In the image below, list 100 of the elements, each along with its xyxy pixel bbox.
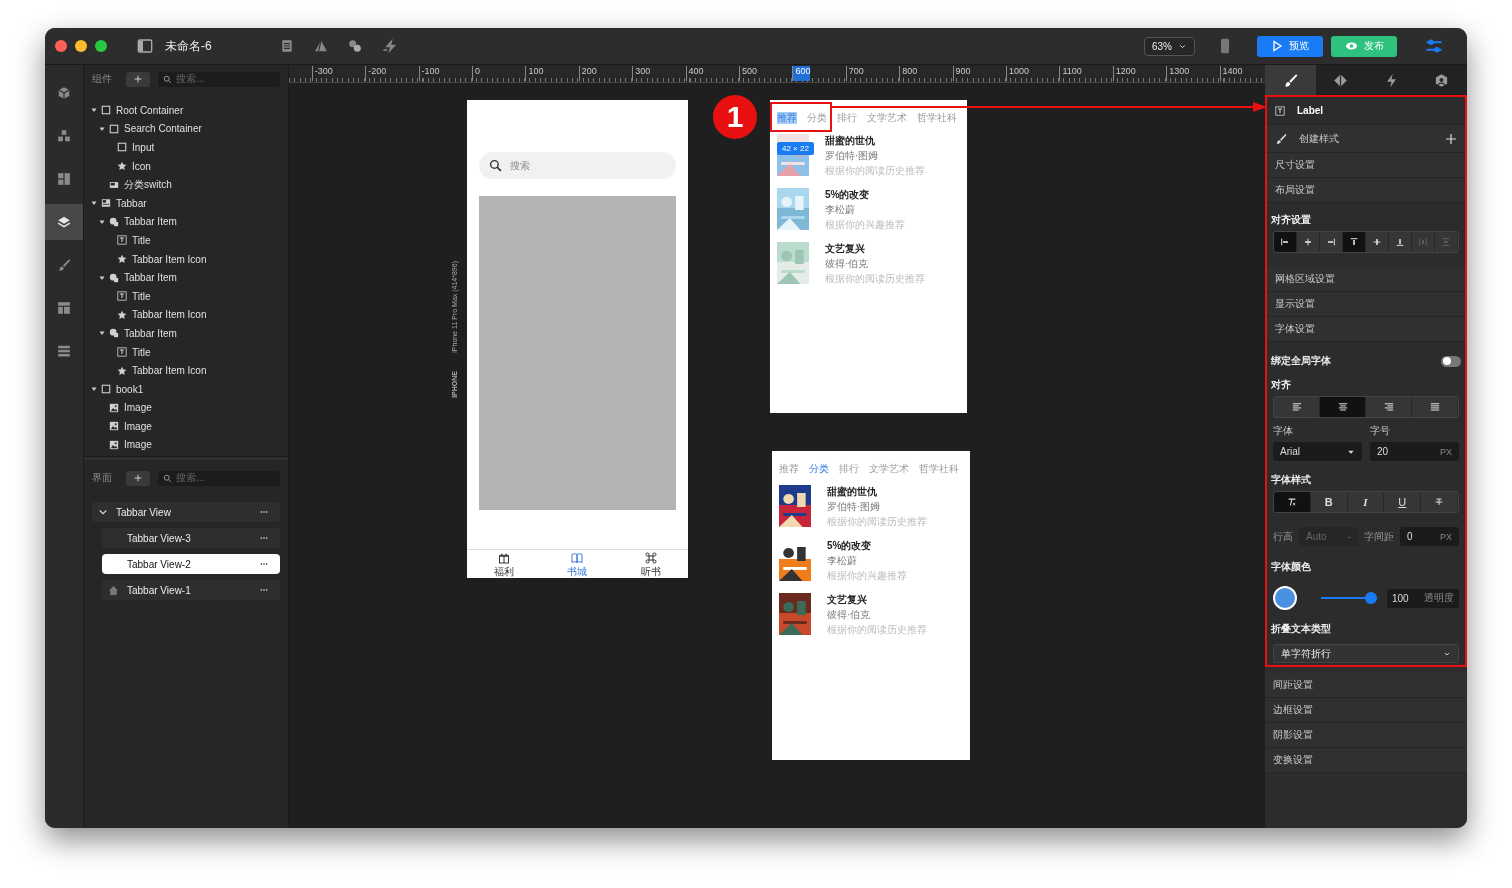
align-center-icon	[1303, 237, 1313, 247]
layer-name[interactable]: Root Container	[116, 104, 184, 116]
align-right-icon	[1326, 237, 1336, 247]
layer-name[interactable]: Search Container	[124, 123, 202, 135]
clear-format-button[interactable]	[1274, 492, 1311, 512]
switch-icon	[109, 179, 119, 190]
book-reason: 根据你的兴趣推荐	[827, 569, 907, 583]
section-header[interactable]: 布局设置	[1267, 178, 1465, 203]
bold-button[interactable]: B	[1310, 492, 1348, 512]
section-header[interactable]: 尺寸设置	[1267, 153, 1465, 178]
command-icon	[645, 552, 658, 564]
layer-name[interactable]: Tabbar Item	[124, 216, 177, 228]
more-icon	[258, 534, 270, 542]
tab-bar-item[interactable]: 听书	[641, 550, 662, 578]
text-icon	[117, 291, 127, 302]
layer-name[interactable]: Image	[124, 402, 152, 414]
opacity-field[interactable]: 100 透明度	[1387, 588, 1459, 608]
layer-name[interactable]: Tabbar Item	[124, 327, 177, 339]
distribute-horizontal-icon	[1418, 237, 1428, 247]
brush-icon	[1275, 132, 1287, 145]
layer-name[interactable]: Tabbar Item Icon	[132, 365, 207, 377]
layer-name[interactable]: Tabbar Item Icon	[132, 309, 207, 321]
layer-name[interactable]: Image	[124, 420, 152, 432]
ruler-label: 600	[792, 66, 811, 81]
field-label: 字号	[1370, 424, 1391, 438]
layer-name[interactable]: Icon	[132, 160, 151, 172]
layer-name[interactable]: 分类switch	[124, 177, 172, 192]
star-icon	[117, 161, 127, 172]
wrap-dropdown[interactable]: 单字符折行	[1273, 644, 1459, 663]
align-top-icon	[1349, 237, 1359, 247]
text-align-left-icon	[1291, 402, 1302, 412]
tab-bar-item[interactable]: 福利	[493, 550, 514, 578]
section-header[interactable]: 显示设置	[1267, 292, 1465, 317]
preview-button[interactable]: 预览	[1257, 35, 1323, 57]
zoom-dropdown[interactable]: 63%	[1144, 36, 1195, 56]
add-button[interactable]	[126, 71, 150, 87]
book-author: 罗伯特·图姆	[827, 500, 882, 514]
plus-icon	[1445, 132, 1457, 145]
image-icon	[109, 402, 119, 413]
layers-icon	[57, 215, 71, 229]
font-size-field[interactable]: 20 PX	[1370, 442, 1459, 461]
bolt-icon	[381, 38, 398, 54]
section-header[interactable]: 字体设置	[1267, 317, 1465, 342]
text-align-button[interactable]	[1320, 397, 1366, 417]
page-item[interactable]: Tabbar View-3	[102, 528, 280, 548]
color-swatch[interactable]	[1273, 586, 1297, 610]
section-header[interactable]: 阴影设置	[1265, 723, 1467, 748]
underline-button[interactable]: U	[1384, 492, 1422, 512]
rail-button[interactable]	[45, 204, 83, 240]
letter-spacing-field[interactable]: 0 PX	[1400, 527, 1459, 546]
circles-icon	[347, 39, 362, 53]
layer-name[interactable]: Tabbar	[116, 197, 147, 209]
italic-button[interactable]: I	[1347, 492, 1385, 512]
inspector-tab[interactable]	[1416, 65, 1467, 95]
ruler-label: 1000	[1006, 66, 1030, 81]
add-button[interactable]	[126, 470, 150, 486]
search-icon	[163, 473, 172, 483]
page-item[interactable]: Tabbar View	[92, 502, 280, 522]
layer-name[interactable]: Title	[132, 346, 151, 358]
inspector-tab[interactable]	[1265, 65, 1316, 95]
book-title: 5%的改变	[827, 539, 873, 553]
align-button[interactable]	[1343, 232, 1366, 252]
book-title: 文艺复兴	[825, 242, 866, 256]
ruler-label: 300	[632, 66, 651, 81]
minimize-button[interactable]	[75, 40, 87, 52]
section-header[interactable]: 间距设置	[1265, 673, 1467, 698]
cube-icon	[57, 86, 71, 100]
chevron-icon[interactable]	[98, 507, 108, 517]
toggle-switch[interactable]	[1441, 355, 1461, 367]
layer-name[interactable]: Tabbar Item Icon	[132, 253, 207, 265]
ruler-label: 800	[899, 66, 918, 81]
more-icon	[258, 586, 270, 594]
tab-bar-item[interactable]: 书城	[567, 550, 588, 578]
shapes-icon	[109, 216, 119, 227]
document-icon	[279, 39, 294, 53]
panel-label: 组件	[92, 72, 113, 86]
section-header[interactable]: 变换设置	[1265, 748, 1467, 773]
close-button[interactable]	[55, 40, 67, 52]
layer-name[interactable]: Input	[132, 142, 155, 153]
layer-name[interactable]: book1	[116, 383, 144, 395]
layer-name[interactable]: Tabbar Item	[124, 272, 177, 284]
section-heading: 字体颜色	[1270, 560, 1312, 574]
square-icon	[109, 123, 119, 134]
star-icon	[117, 309, 127, 320]
page-item[interactable]: Tabbar View-2	[102, 554, 280, 574]
layer-name[interactable]: Title	[132, 290, 151, 302]
field-label: 行高	[1273, 529, 1293, 544]
tabbar-icon	[101, 198, 111, 209]
align-button[interactable]	[1274, 232, 1297, 252]
inspector-tab[interactable]	[1315, 65, 1366, 95]
category-tab[interactable]: 分类	[809, 463, 829, 475]
font-dropdown[interactable]: Arial	[1273, 442, 1362, 461]
page-item[interactable]: Tabbar View-1	[102, 580, 280, 600]
layer-name[interactable]: Title	[132, 234, 151, 246]
section-header[interactable]: 边框设置	[1265, 698, 1467, 723]
text-icon	[117, 235, 127, 246]
layer-name[interactable]: Image	[124, 439, 152, 451]
book-author: 李松蔚	[827, 554, 858, 568]
section-header[interactable]: 网格区域设置	[1267, 267, 1465, 292]
maximize-button[interactable]	[95, 40, 107, 52]
